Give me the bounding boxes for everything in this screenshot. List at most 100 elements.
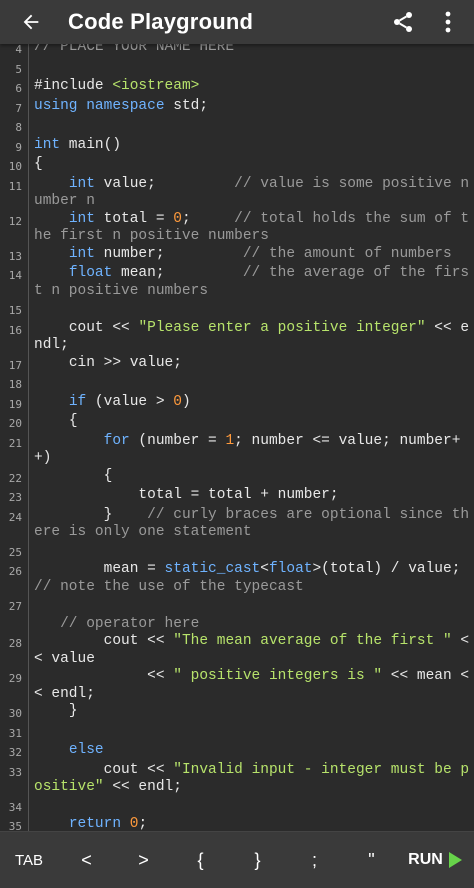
code-text: using namespace std;: [34, 97, 209, 114]
line-number: 16: [8, 323, 22, 337]
code-text: int number; // the amount of numbers: [68, 245, 452, 262]
share-icon[interactable]: [388, 7, 418, 37]
code-text: float mean; // the average of the first …: [34, 265, 470, 299]
code-text: ​: [28, 723, 474, 743]
greater-than-key-button[interactable]: >: [115, 832, 172, 888]
line-number: 19: [8, 397, 22, 411]
run-label: RUN: [408, 851, 443, 868]
code-text: cout << "Please enter a positive integer…: [34, 319, 470, 354]
code-text: else: [68, 742, 104, 758]
page-title: Code Playground: [68, 9, 254, 34]
line-number: 8: [15, 121, 22, 134]
code-text: total = total + number;: [34, 487, 339, 503]
code-text: }: [34, 703, 78, 719]
symbol-toolbar: TAB < > { } ; " RUN: [0, 831, 474, 888]
line-number: 6: [15, 82, 22, 95]
code-text: ​: [28, 596, 474, 616]
code-line: 34 ​: [0, 797, 474, 817]
semicolon-key-button[interactable]: ;: [286, 832, 343, 888]
code-line: 18 ​: [0, 374, 474, 394]
code-text: << " positive integers is " << mean << e…: [34, 668, 470, 702]
line-number: 23: [8, 491, 22, 504]
code-line: 25 ​: [0, 542, 474, 562]
code-text: ​: [28, 542, 474, 562]
code-text: {: [34, 156, 43, 172]
code-text: ​: [28, 59, 474, 79]
code-line: 16 cout << "Please enter a positive inte…: [0, 320, 474, 355]
code-line: 9 int main(): [0, 137, 474, 157]
code-text: ​: [28, 374, 474, 394]
code-text: for (number = 1; number <= value; number…: [34, 432, 461, 467]
close-brace-key-button[interactable]: }: [229, 832, 286, 888]
line-number: 22: [8, 471, 22, 485]
code-line: 22 {: [0, 468, 474, 488]
code-line: 15 ​: [0, 300, 474, 320]
line-number: 12: [8, 214, 22, 228]
line-number: 18: [8, 378, 22, 391]
code-line: 13 int number; // the amount of numbers: [0, 246, 474, 266]
line-number: 28: [8, 637, 22, 650]
line-number: 34: [8, 800, 22, 814]
code-text: int value; // value is some positive num…: [34, 175, 470, 210]
line-number: 4: [15, 44, 22, 56]
code-line: 14 float mean; // the average of the fir…: [0, 265, 474, 300]
line-number: [0, 616, 28, 634]
line-number: 33: [8, 765, 22, 779]
tab-key-button[interactable]: TAB: [0, 832, 58, 888]
line-number: 17: [8, 358, 22, 372]
code-text: } // curly braces are optional since the…: [34, 506, 470, 541]
code-line: 17 cin >> value;: [0, 355, 474, 375]
open-brace-key-button[interactable]: {: [172, 832, 229, 888]
line-number: 5: [15, 62, 22, 76]
code-line: 10 {: [0, 156, 474, 176]
line-number: 31: [8, 726, 22, 740]
code-line: 21 for (number = 1; number <= value; num…: [0, 433, 474, 468]
code-line: 35 return 0;: [0, 816, 474, 831]
code-text: ​: [28, 797, 474, 817]
code-text: {: [34, 467, 113, 484]
code-line: 32 else: [0, 742, 474, 762]
code-line: 26 mean = static_cast<float>(total) / va…: [0, 561, 474, 596]
code-text: ​: [28, 117, 474, 137]
code-text: // operator here: [60, 615, 200, 632]
code-line: 5​: [0, 59, 474, 79]
code-text: {: [34, 413, 78, 429]
less-than-key-button[interactable]: <: [58, 832, 115, 888]
code-text: int total = 0; // total holds the sum of…: [34, 210, 470, 245]
line-number: 13: [8, 249, 22, 263]
code-text: ​: [28, 300, 474, 320]
code-text: mean = static_cast<float>(total) / value…: [34, 561, 461, 595]
run-button[interactable]: RUN: [400, 832, 470, 888]
line-number: 10: [8, 160, 22, 173]
line-number: 9: [15, 140, 22, 154]
code-line: 28 cout << "The mean average of the firs…: [0, 633, 474, 668]
quote-key-button[interactable]: ": [343, 832, 400, 888]
code-text: cout << "Invalid input - integer must be…: [34, 761, 470, 796]
code-line: 31 ​: [0, 723, 474, 743]
line-number: 27: [8, 600, 22, 613]
code-line: 27 ​: [0, 596, 474, 616]
line-number: 21: [8, 436, 22, 450]
code-text: // PLACE YOUR NAME HERE: [34, 44, 235, 55]
line-number: 20: [8, 417, 22, 430]
code-line: 33 cout << "Invalid input - integer must…: [0, 762, 474, 797]
line-number: 11: [8, 179, 22, 193]
line-number: 29: [8, 672, 22, 685]
code-line: 23 total = total + number;: [0, 487, 474, 507]
back-arrow-icon[interactable]: [16, 7, 46, 37]
code-line: 20 {: [0, 413, 474, 433]
play-icon: [448, 852, 462, 868]
code-text: if (value > 0): [68, 393, 191, 410]
line-number: 30: [8, 707, 22, 720]
code-text: cout << "The mean average of the first "…: [34, 633, 470, 667]
line-number: 14: [8, 269, 22, 282]
code-line: 6 #include <iostream>: [0, 78, 474, 98]
code-editor[interactable]: 4// PLACE YOUR NAME HERE5​6#include <ios…: [0, 44, 474, 831]
code-text: cin >> value;: [34, 354, 182, 371]
more-vertical-icon[interactable]: [438, 7, 458, 37]
code-line: 30 }: [0, 703, 474, 723]
code-line: 29 << " positive integers is " << mean <…: [0, 668, 474, 703]
line-number: 15: [8, 304, 22, 317]
line-number: 25: [8, 545, 22, 559]
code-line: 11 int value; // value is some positive …: [0, 176, 474, 211]
